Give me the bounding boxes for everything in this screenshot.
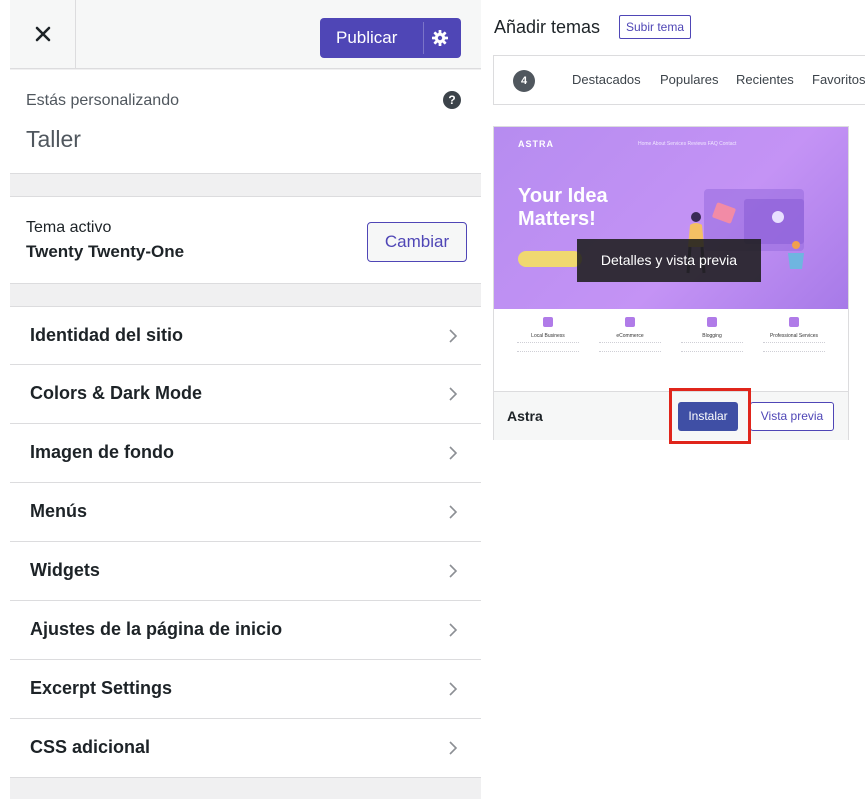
section-additional-css[interactable]: CSS adicional xyxy=(10,719,481,778)
theme-count-badge: 4 xyxy=(513,70,535,92)
feature-title: Professional Services xyxy=(769,333,819,339)
section-colors-dark-mode[interactable]: Colors & Dark Mode xyxy=(10,365,481,424)
theme-screenshot[interactable]: ASTRA Home About Services Reviews FAQ Co… xyxy=(494,127,848,391)
section-widgets[interactable]: Widgets xyxy=(10,542,481,601)
section-background-image[interactable]: Imagen de fondo xyxy=(10,424,481,483)
feature-title: eCommerce xyxy=(616,333,644,339)
section-menus[interactable]: Menús xyxy=(10,483,481,542)
feature-professional-services: Professional Services xyxy=(752,317,836,352)
site-title: Taller xyxy=(26,126,81,152)
cart-icon xyxy=(625,317,635,327)
feature-text xyxy=(517,342,579,352)
edit-icon xyxy=(707,317,717,327)
help-icon[interactable]: ? xyxy=(443,91,461,109)
feature-text xyxy=(763,342,825,352)
close-icon xyxy=(35,26,50,42)
add-themes-title: Añadir temas xyxy=(494,17,601,37)
customizer-panel: Publicar Estás personalizando Taller ? T… xyxy=(10,0,481,799)
chevron-right-icon xyxy=(449,387,458,401)
astra-logo: ASTRA xyxy=(518,139,554,149)
theme-filter-bar: 4 Destacados Populares Recientes Favorit… xyxy=(493,55,865,105)
section-label: Menús xyxy=(30,501,88,521)
hero-title: Your Idea Matters! xyxy=(518,185,608,230)
section-label: CSS adicional xyxy=(30,737,151,757)
add-themes-area: Añadir temas Subir tema 4 Destacados Pop… xyxy=(481,0,865,799)
section-label: Widgets xyxy=(30,560,100,580)
feature-title: Local Business xyxy=(531,333,565,339)
publish-button[interactable]: Publicar xyxy=(320,18,461,58)
hero-button xyxy=(518,251,582,267)
publish-label: Publicar xyxy=(336,28,398,47)
section-label: Imagen de fondo xyxy=(30,442,174,462)
chevron-right-icon xyxy=(449,329,458,343)
chevron-right-icon xyxy=(449,682,458,696)
upload-theme-button[interactable]: Subir tema xyxy=(619,15,692,39)
feature-title: Blogging xyxy=(702,333,722,339)
section-site-identity[interactable]: Identidad del sitio xyxy=(10,306,481,365)
change-theme-button[interactable]: Cambiar xyxy=(367,222,467,262)
gear-icon[interactable] xyxy=(431,29,449,47)
customizing-label: Estás personalizando xyxy=(26,92,179,109)
tab-favorites[interactable]: Favoritos xyxy=(812,72,865,87)
install-button[interactable]: Instalar xyxy=(678,402,738,431)
chevron-right-icon xyxy=(449,446,458,460)
feature-text xyxy=(681,342,743,352)
chevron-right-icon xyxy=(449,741,458,755)
feature-text xyxy=(599,342,661,352)
theme-card-footer: Astra Instalar Vista previa xyxy=(494,391,848,440)
active-theme-section: Tema activo Twenty Twenty-One Cambiar xyxy=(10,196,481,284)
feature-ecommerce: eCommerce xyxy=(588,317,672,352)
section-excerpt-settings[interactable]: Excerpt Settings xyxy=(10,660,481,719)
chevron-right-icon xyxy=(449,505,458,519)
publish-divider xyxy=(423,22,424,54)
active-theme-name: Twenty Twenty-One xyxy=(26,242,185,261)
feature-blogging: Blogging xyxy=(670,317,754,352)
chevron-right-icon xyxy=(449,564,458,578)
customizer-sections: Identidad del sitio Colors & Dark Mode I… xyxy=(10,306,481,778)
theme-details-overlay[interactable]: Detalles y vista previa xyxy=(577,239,761,282)
section-homepage-settings[interactable]: Ajustes de la página de inicio xyxy=(10,601,481,660)
customizing-info: Estás personalizando Taller ? xyxy=(10,70,481,174)
tab-latest[interactable]: Recientes xyxy=(736,72,794,87)
section-label: Excerpt Settings xyxy=(30,678,173,698)
section-label: Ajustes de la página de inicio xyxy=(30,619,283,639)
person-icon xyxy=(789,317,799,327)
store-icon xyxy=(543,317,553,327)
close-button[interactable] xyxy=(10,0,76,68)
active-theme-label: Tema activo xyxy=(26,219,112,236)
section-label: Colors & Dark Mode xyxy=(30,383,203,403)
tab-featured[interactable]: Destacados xyxy=(572,72,641,87)
theme-name: Astra xyxy=(507,408,543,424)
customizer-header: Publicar xyxy=(10,0,481,69)
preview-button[interactable]: Vista previa xyxy=(750,402,834,431)
tab-popular[interactable]: Populares xyxy=(660,72,719,87)
section-label: Identidad del sitio xyxy=(30,325,184,345)
chevron-right-icon xyxy=(449,623,458,637)
feature-local-business: Local Business xyxy=(506,317,590,352)
theme-card[interactable]: ASTRA Home About Services Reviews FAQ Co… xyxy=(493,126,849,444)
astra-nav: Home About Services Reviews FAQ Contact xyxy=(638,141,737,147)
